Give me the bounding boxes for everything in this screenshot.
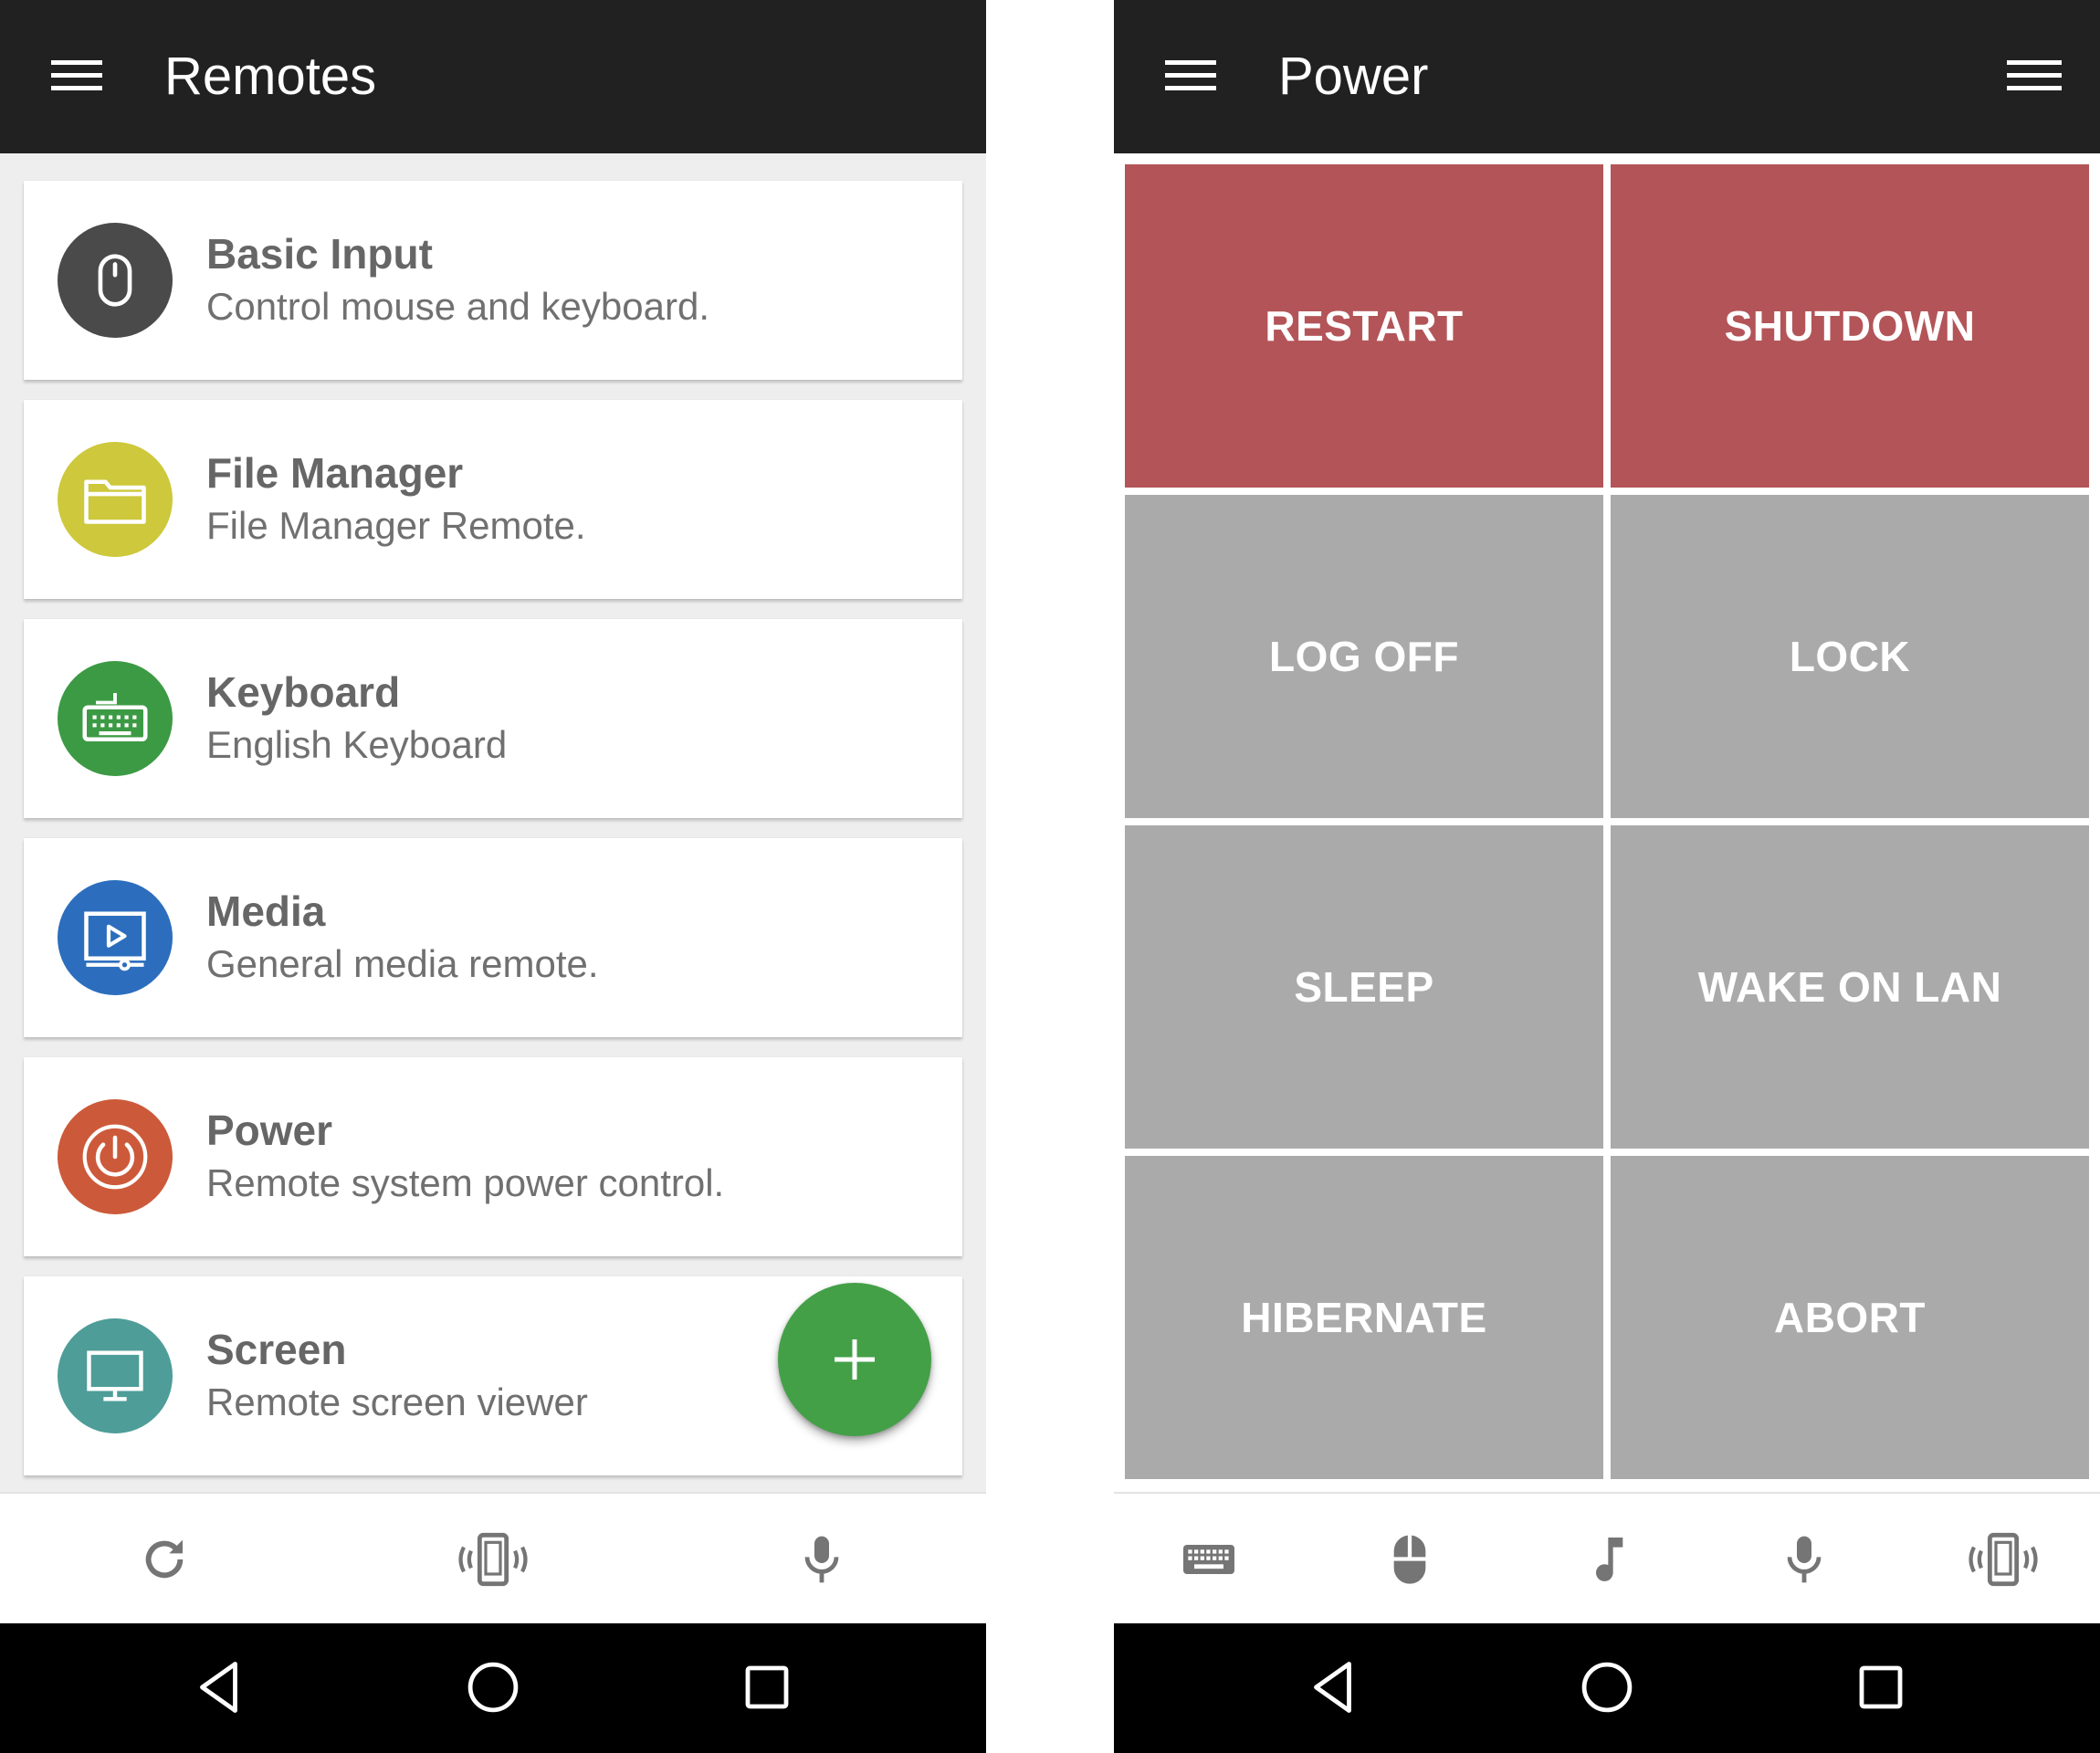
- restart-button[interactable]: RESTART: [1125, 164, 1603, 488]
- remote-description: General media remote.: [206, 942, 599, 985]
- app-bar: Remotes: [0, 0, 986, 153]
- remote-name: Keyboard: [206, 668, 401, 716]
- vibrate-phone-icon[interactable]: [453, 1530, 533, 1589]
- shutdown-button[interactable]: SHUTDOWN: [1611, 164, 2089, 488]
- remote-description: English Keyboard: [206, 723, 508, 766]
- log-off-button[interactable]: LOG OFF: [1125, 495, 1603, 818]
- bottom-toolbar: [1114, 1492, 2100, 1623]
- keyboard-icon[interactable]: [1180, 1530, 1238, 1589]
- hamburger-menu-icon[interactable]: [51, 57, 102, 93]
- back-icon[interactable]: [187, 1654, 253, 1720]
- remote-name: File Manager: [206, 449, 464, 497]
- keyboard-icon: [58, 661, 173, 776]
- remote-name: Media: [206, 887, 326, 935]
- plus-icon: [835, 1339, 875, 1380]
- remote-item-file-manager[interactable]: File Manager File Manager Remote.: [24, 400, 962, 599]
- mouse-icon[interactable]: [1381, 1530, 1439, 1589]
- app-bar: Power: [1114, 0, 2100, 153]
- wake-on-lan-button[interactable]: WAKE ON LAN: [1611, 825, 2089, 1149]
- remote-name: Power: [206, 1107, 333, 1154]
- mouse-icon: [58, 223, 173, 338]
- remote-item-keyboard[interactable]: Keyboard English Keyboard: [24, 619, 962, 818]
- bottom-toolbar: [0, 1492, 986, 1623]
- page-title: Power: [1278, 47, 1429, 106]
- home-icon[interactable]: [460, 1654, 526, 1720]
- hibernate-button[interactable]: HIBERNATE: [1125, 1156, 1603, 1479]
- power-screen: Power RESTART SHUTDOWN LOG OFF LOCK SLEE…: [1114, 0, 2100, 1753]
- remote-name: Screen: [206, 1326, 347, 1373]
- vibrate-phone-icon[interactable]: [1963, 1530, 2043, 1589]
- remote-description: Remote screen viewer: [206, 1380, 588, 1423]
- folder-icon: [58, 442, 173, 557]
- system-navigation-bar: [1114, 1623, 2100, 1753]
- lock-button[interactable]: LOCK: [1611, 495, 2089, 818]
- add-remote-button[interactable]: [778, 1283, 931, 1436]
- remote-item-power[interactable]: Power Remote system power control.: [24, 1057, 962, 1256]
- remote-name: Basic Input: [206, 230, 433, 278]
- abort-button[interactable]: ABORT: [1611, 1156, 2089, 1479]
- remote-description: File Manager Remote.: [206, 504, 586, 547]
- remote-description: Remote system power control.: [206, 1161, 725, 1204]
- hamburger-menu-icon[interactable]: [1165, 57, 1216, 93]
- back-icon[interactable]: [1301, 1654, 1367, 1720]
- home-icon[interactable]: [1574, 1654, 1640, 1720]
- media-player-icon: [58, 880, 173, 995]
- power-button-grid: RESTART SHUTDOWN LOG OFF LOCK SLEEP WAKE…: [1125, 164, 2089, 1483]
- refresh-icon[interactable]: [135, 1530, 194, 1589]
- system-navigation-bar: [0, 1623, 986, 1753]
- microphone-icon[interactable]: [1775, 1530, 1833, 1589]
- recents-icon[interactable]: [734, 1654, 800, 1720]
- sleep-button[interactable]: SLEEP: [1125, 825, 1603, 1149]
- monitor-icon: [58, 1318, 173, 1433]
- microphone-icon[interactable]: [793, 1530, 851, 1589]
- overflow-menu-icon[interactable]: [2007, 57, 2062, 93]
- music-note-icon[interactable]: [1578, 1530, 1636, 1589]
- page-title: Remotes: [164, 47, 377, 106]
- power-icon: [58, 1099, 173, 1214]
- recents-icon[interactable]: [1848, 1654, 1914, 1720]
- remotes-screen: Remotes Basic Input Control mouse and ke…: [0, 0, 986, 1753]
- remote-item-basic-input[interactable]: Basic Input Control mouse and keyboard.: [24, 181, 962, 380]
- remote-item-media[interactable]: Media General media remote.: [24, 838, 962, 1037]
- remote-description: Control mouse and keyboard.: [206, 285, 709, 328]
